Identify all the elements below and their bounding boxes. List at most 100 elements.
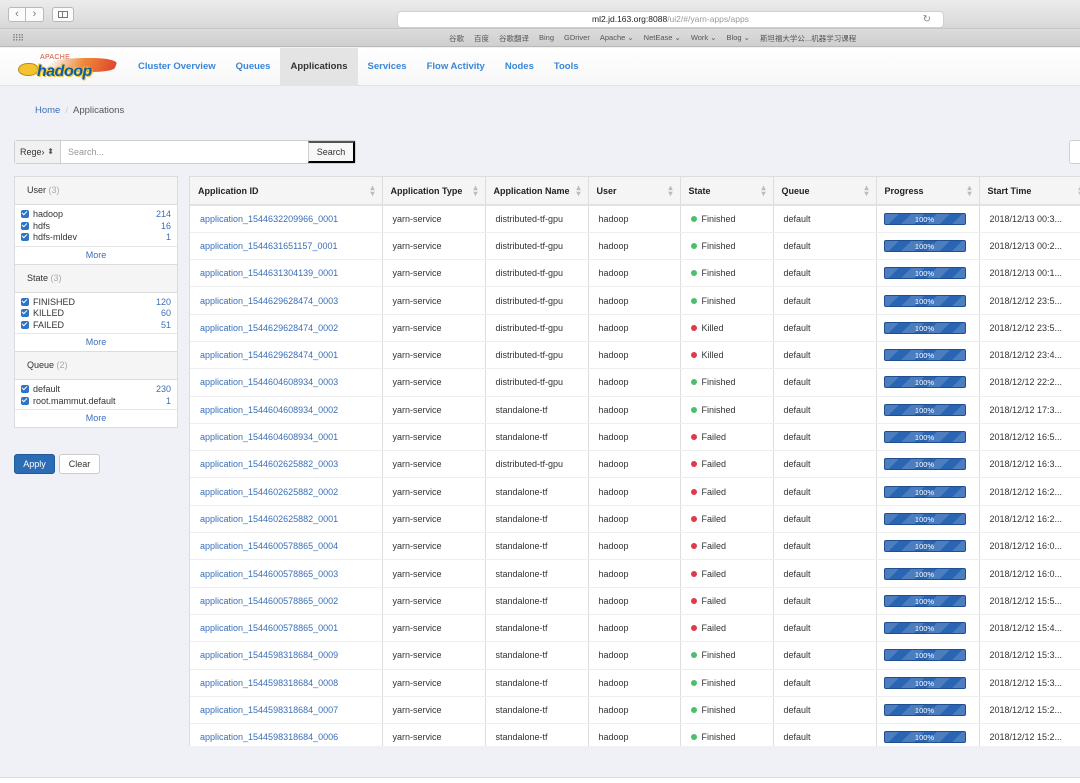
bookmark-item[interactable]: 谷歌翻译 (499, 33, 529, 44)
facet-more-link[interactable]: More (15, 333, 177, 351)
sort-icon[interactable]: ▴▾ (576, 184, 580, 198)
application-id-link[interactable]: application_1544600578865_0002 (190, 587, 383, 615)
column-header-start-time[interactable]: Start Time▴▾ (979, 177, 1080, 206)
bookmark-item[interactable]: 谷歌 (449, 33, 464, 44)
status-dot-icon (690, 679, 697, 686)
search-mode-select[interactable]: Rege› ⬍ (15, 141, 61, 163)
application-type-cell: yarn-service (382, 232, 486, 261)
application-id-link[interactable]: application_1544602625882_0003 (190, 450, 383, 479)
application-id-link[interactable]: application_1544598318684_0009 (190, 641, 383, 670)
sort-icon[interactable]: ▴▾ (967, 184, 971, 198)
application-id-link[interactable]: application_1544604608934_0001 (190, 423, 383, 452)
column-header-application-name[interactable]: Application Name ▴ ▾ (485, 177, 589, 206)
nav-tab-queues[interactable]: Queues (226, 48, 281, 86)
search-input[interactable] (61, 141, 308, 163)
application-name-cell: standalone-tf (485, 614, 589, 643)
state-cell: Finished (680, 641, 774, 670)
queue-cell: default (773, 477, 877, 506)
nav-tab-tools[interactable]: Tools (544, 48, 589, 86)
facet-more-link[interactable]: More (15, 245, 177, 264)
hadoop-logo[interactable]: APACHE hadoop (18, 54, 119, 80)
application-id-link[interactable]: application_1544598318684_0008 (190, 669, 383, 697)
facet-more-link[interactable]: More (15, 409, 177, 427)
bookmark-item[interactable]: GDriver (564, 33, 590, 44)
table-body: application_1544632209966_0001 yarn-servi… (190, 205, 1080, 746)
application-id-link[interactable]: application_1544629628474_0002 (190, 314, 383, 342)
bookmark-item[interactable]: NetEase ⌄ (644, 33, 681, 44)
column-header-progress[interactable]: Progress ▴ ▾ (876, 177, 980, 206)
forward-button[interactable]: › (26, 7, 44, 22)
bookmark-item[interactable]: 百度 (474, 33, 489, 44)
table-filter-input-partial[interactable] (1069, 140, 1080, 164)
application-id-link[interactable]: application_1544604608934_0002 (190, 396, 383, 424)
checkbox[interactable] (21, 396, 29, 405)
facet-header: State (3) (15, 264, 177, 293)
column-header-application-type[interactable]: Application Type ▴ ▾ (382, 177, 486, 206)
facet-option[interactable]: hdfs-mldev 1 (15, 232, 177, 243)
nav-tab-flow-activity[interactable]: Flow Activity (417, 48, 495, 86)
search-button[interactable]: Search (308, 141, 355, 163)
application-name-cell: standalone-tf (485, 669, 589, 697)
nav-tab-nodes[interactable]: Nodes (495, 48, 544, 86)
nav-tab-services[interactable]: Services (358, 48, 417, 86)
facet-option[interactable]: root.mammut.default 1 (15, 396, 177, 407)
application-id-link[interactable]: application_1544600578865_0004 (190, 532, 383, 561)
back-button[interactable]: ‹ (8, 7, 26, 22)
checkbox[interactable] (21, 233, 29, 242)
start-time-cell: 2018/12/12 15:3... (979, 669, 1080, 697)
application-id-link[interactable]: application_1544598318684_0007 (190, 696, 383, 725)
checkbox[interactable] (21, 221, 29, 230)
application-id-link[interactable]: application_1544600578865_0001 (190, 614, 383, 643)
sort-icon[interactable]: ▴▾ (864, 184, 868, 198)
sidebar-toggle-button[interactable] (52, 7, 74, 22)
application-id-link[interactable]: application_1544602625882_0002 (190, 477, 383, 506)
bookmark-item[interactable]: Bing (539, 33, 554, 44)
bookmark-item[interactable]: 斯坦福大学公...机器学习课程 (760, 33, 856, 44)
checkbox[interactable] (21, 385, 29, 394)
start-time-cell: 2018/12/12 15:3... (979, 641, 1080, 670)
facet-option[interactable]: hadoop 214 (15, 209, 177, 220)
nav-tab-cluster-overview[interactable]: Cluster Overview (128, 48, 226, 86)
bookmark-item[interactable]: Work ⌄ (691, 33, 717, 44)
application-id-link[interactable]: application_1544629628474_0003 (190, 286, 383, 315)
application-id-link[interactable]: application_1544629628474_0001 (190, 341, 383, 370)
bookmark-item[interactable]: Blog ⌄ (727, 33, 750, 44)
column-header-application-id[interactable]: Application ID ▴ ▾ (190, 177, 383, 206)
table-row: application_1544631651157_0001 yarn-servi… (190, 232, 1080, 261)
facet-option[interactable]: default 230 (15, 384, 177, 395)
application-id-link[interactable]: application_1544598318684_0006 (190, 723, 383, 746)
facet-option-label: root.mammut.default (33, 395, 116, 406)
column-header-queue[interactable]: Queue ▴ ▾ (773, 177, 877, 206)
checkbox[interactable] (21, 297, 29, 306)
facet-option[interactable]: KILLED 60 (15, 308, 177, 319)
bookmark-item[interactable]: Apache ⌄ (600, 33, 634, 44)
sort-icon[interactable]: ▴▾ (761, 184, 765, 198)
checkbox[interactable] (21, 320, 29, 329)
clear-button[interactable]: Clear (59, 454, 100, 474)
application-id-link[interactable]: application_1544631651157_0001 (190, 232, 383, 261)
column-header-state[interactable]: State ▴ ▾ (680, 177, 774, 206)
application-id-link[interactable]: application_1544631304139_0001 (190, 259, 383, 288)
sort-icon[interactable]: ▴▾ (473, 184, 477, 198)
sort-icon[interactable]: ▴▾ (668, 184, 672, 198)
application-id-link[interactable]: application_1544604608934_0003 (190, 368, 383, 397)
apply-button[interactable]: Apply (14, 454, 55, 474)
sort-icon[interactable]: ▴▾ (370, 184, 374, 198)
breadcrumb-home-link[interactable]: Home (35, 105, 60, 116)
search-mode-value: Rege› (20, 147, 45, 157)
facet-option[interactable]: hdfs 16 (15, 221, 177, 232)
start-time-cell: 2018/12/13 00:1... (979, 259, 1080, 288)
checkbox[interactable] (21, 210, 29, 219)
nav-tab-applications[interactable]: Applications (280, 48, 358, 86)
column-header-user[interactable]: User ▴ ▾ (588, 177, 681, 206)
address-bar[interactable]: ml2.jd.163.org:8088/ui2/#/yarn-apps/apps… (397, 11, 944, 28)
facet-option[interactable]: FAILED 51 (15, 320, 177, 331)
application-id-link[interactable]: application_1544602625882_0001 (190, 505, 383, 534)
top-sites-grid-icon[interactable]: ⠿⠿ (12, 33, 24, 44)
checkbox[interactable] (21, 309, 29, 318)
user-cell: hadoop (588, 532, 681, 561)
reload-icon[interactable]: ↻ (923, 12, 931, 27)
application-id-link[interactable]: application_1544632209966_0001 (190, 205, 383, 233)
application-id-link[interactable]: application_1544600578865_0003 (190, 559, 383, 588)
facet-option[interactable]: FINISHED 120 (15, 297, 177, 308)
